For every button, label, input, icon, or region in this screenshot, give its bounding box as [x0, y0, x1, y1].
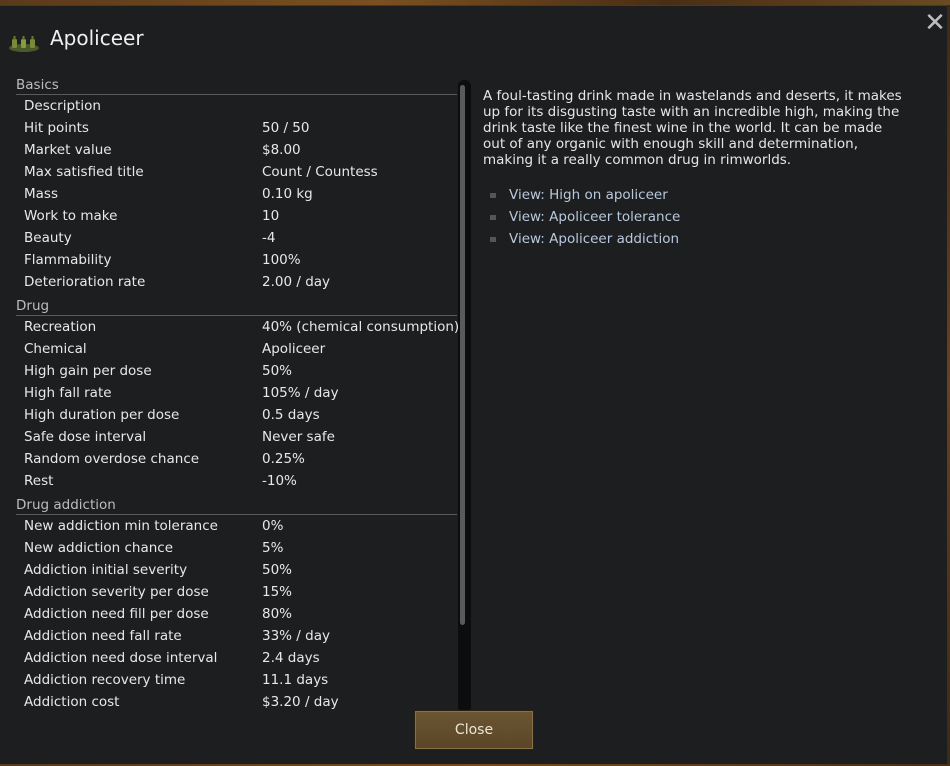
- stat-row[interactable]: Addiction cost $3.20 / day: [16, 691, 457, 713]
- stats-scrollbar-thumb[interactable]: [460, 85, 465, 625]
- stat-row[interactable]: High fall rate 105% / day: [16, 382, 457, 404]
- stat-label: Addiction severity per dose: [24, 584, 209, 600]
- section-header: Basics: [16, 72, 457, 95]
- stat-label: Max satisfied title: [24, 164, 144, 180]
- stat-label: Rest: [24, 473, 54, 489]
- stat-row[interactable]: Mass 0.10 kg: [16, 183, 457, 205]
- stat-label: High gain per dose: [24, 363, 152, 379]
- stat-label: Addiction cost: [24, 694, 120, 710]
- stat-value: 2.00 / day: [262, 274, 331, 290]
- stat-value: 0.5 days: [262, 407, 320, 423]
- stat-row[interactable]: Flammability 100%: [16, 249, 457, 271]
- stat-label: Random overdose chance: [24, 451, 200, 467]
- section-drug: Drug Recreation 40% (chemical consumption…: [16, 293, 460, 492]
- section-drug-addiction: Drug addiction New addiction min toleran…: [16, 492, 457, 713]
- stat-row[interactable]: Random overdose chance 0.25%: [16, 448, 457, 470]
- stat-value: $8.00: [262, 142, 301, 158]
- stat-value: 100%: [262, 252, 301, 268]
- stat-row[interactable]: Addiction need dose interval 2.4 days: [16, 647, 457, 669]
- hyperlink-text[interactable]: View: High on apoliceer: [509, 184, 668, 206]
- stat-row[interactable]: Beauty -4: [16, 227, 457, 249]
- bullet-icon: [490, 215, 496, 220]
- stat-label: Addiction need fill per dose: [24, 606, 209, 622]
- stat-label: Recreation: [24, 319, 97, 335]
- stat-label: Hit points: [24, 120, 89, 136]
- stat-row[interactable]: Work to make 10: [16, 205, 457, 227]
- stat-value: 50 / 50: [262, 120, 310, 136]
- stat-label: Work to make: [24, 208, 118, 224]
- stat-row[interactable]: Max satisfied title Count / Countess: [16, 161, 457, 183]
- stat-label: Safe dose interval: [24, 429, 147, 445]
- stat-label: Beauty: [24, 230, 72, 246]
- stat-label: New addiction min tolerance: [24, 518, 218, 534]
- stat-value: 50%: [262, 363, 293, 379]
- close-icon[interactable]: ✕: [922, 10, 948, 36]
- stat-value: 0.25%: [262, 451, 305, 467]
- item-description: A foul-tasting drink made in wastelands …: [483, 88, 902, 168]
- stat-value: 33% / day: [262, 628, 330, 644]
- section-basics: Basics Description Hit points 50 / 50 Mar…: [16, 72, 457, 293]
- close-button[interactable]: Close: [414, 710, 534, 750]
- stat-row[interactable]: Addiction severity per dose 15%: [16, 581, 457, 603]
- stats-panel: Basics Description Hit points 50 / 50 Mar…: [16, 72, 460, 713]
- stat-row[interactable]: Addiction need fill per dose 80%: [16, 603, 457, 625]
- stat-value: Never safe: [262, 429, 335, 445]
- stat-row[interactable]: Hit points 50 / 50: [16, 117, 457, 139]
- stat-row[interactable]: New addiction min tolerance 0%: [16, 515, 457, 537]
- stat-label: Deterioration rate: [24, 274, 146, 290]
- stat-row[interactable]: Addiction initial severity 50%: [16, 559, 457, 581]
- stat-value: -10%: [262, 473, 297, 489]
- stat-value: 40% (chemical consumption): [262, 319, 460, 335]
- stat-value: 2.4 days: [262, 650, 320, 666]
- stat-label: New addiction chance: [24, 540, 174, 556]
- stat-value: $3.20 / day: [262, 694, 339, 710]
- bullet-icon: [490, 193, 496, 198]
- stat-label: Addiction recovery time: [24, 672, 186, 688]
- stat-value: 50%: [262, 562, 293, 578]
- stat-row[interactable]: Recreation 40% (chemical consumption): [16, 316, 460, 338]
- stat-label: Description: [24, 98, 101, 114]
- stat-value: 0.10 kg: [262, 186, 313, 202]
- stat-row[interactable]: Description: [16, 95, 457, 117]
- stat-row[interactable]: New addiction chance 5%: [16, 537, 457, 559]
- window-title: Apoliceer: [50, 26, 144, 50]
- bullet-icon: [490, 237, 496, 242]
- section-header: Drug: [16, 293, 457, 316]
- stat-value: 0%: [262, 518, 284, 534]
- stat-label: High duration per dose: [24, 407, 180, 423]
- stat-row[interactable]: Market value $8.00: [16, 139, 457, 161]
- stat-value: 11.1 days: [262, 672, 329, 688]
- stat-label: Flammability: [24, 252, 112, 268]
- stat-label: Addiction initial severity: [24, 562, 188, 578]
- section-header: Drug addiction: [16, 492, 457, 515]
- stat-row[interactable]: Safe dose interval Never safe: [16, 426, 457, 448]
- hyperlink-text[interactable]: View: Apoliceer tolerance: [509, 206, 680, 228]
- stat-row[interactable]: Rest -10%: [16, 470, 457, 492]
- stat-value: 15%: [262, 584, 293, 600]
- stat-row[interactable]: Addiction recovery time 11.1 days: [16, 669, 457, 691]
- stat-row[interactable]: Deterioration rate 2.00 / day: [16, 271, 457, 293]
- stat-label: Market value: [24, 142, 112, 158]
- stat-label: High fall rate: [24, 385, 112, 401]
- stat-value: Apoliceer: [262, 341, 326, 357]
- stat-value: Count / Countess: [262, 164, 378, 180]
- hyperlink-text[interactable]: View: Apoliceer addiction: [509, 228, 679, 250]
- stat-label: Mass: [24, 186, 58, 202]
- stat-row[interactable]: Chemical Apoliceer: [16, 338, 457, 360]
- stat-value: -4: [262, 230, 276, 246]
- info-dialog: ✕ Apoliceer Basics Description Hit point…: [0, 5, 947, 764]
- stat-value: 10: [262, 208, 280, 224]
- stat-value: 105% / day: [262, 385, 339, 401]
- stat-label: Addiction need fall rate: [24, 628, 182, 644]
- stat-row[interactable]: High duration per dose 0.5 days: [16, 404, 457, 426]
- stat-row[interactable]: Addiction need fall rate 33% / day: [16, 625, 457, 647]
- apoliceer-bottles-icon: [9, 36, 39, 52]
- stat-row[interactable]: High gain per dose 50%: [16, 360, 457, 382]
- stat-label: Chemical: [24, 341, 87, 357]
- stat-value: 5%: [262, 540, 284, 556]
- stat-label: Addiction need dose interval: [24, 650, 218, 666]
- stat-value: 80%: [262, 606, 293, 622]
